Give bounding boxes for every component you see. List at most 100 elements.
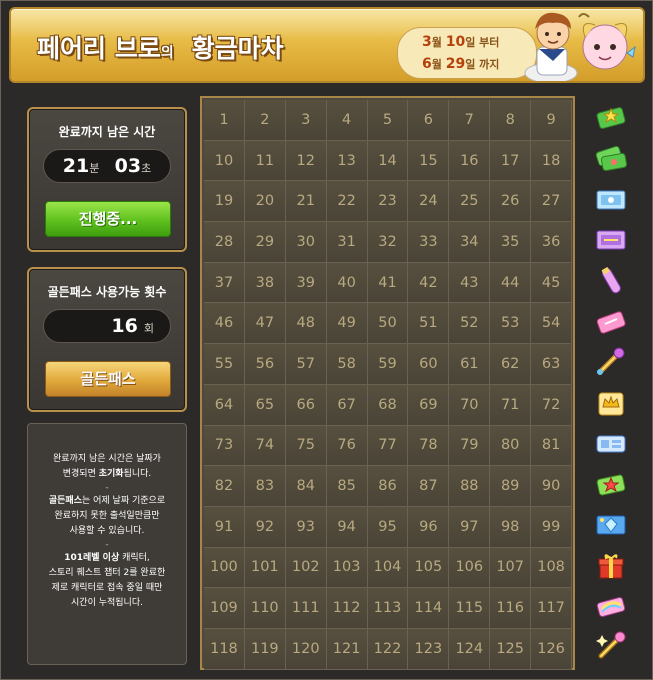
day-cell[interactable]: 29: [244, 222, 286, 263]
day-cell[interactable]: 41: [367, 262, 409, 304]
day-cell[interactable]: 14: [367, 140, 409, 182]
day-cell[interactable]: 70: [449, 384, 491, 426]
day-cell[interactable]: 33: [408, 222, 450, 263]
day-cell[interactable]: 84: [285, 466, 327, 507]
day-cell[interactable]: 118: [204, 628, 245, 670]
day-cell[interactable]: 18: [531, 140, 573, 182]
day-cell[interactable]: 104: [367, 547, 409, 589]
day-cell[interactable]: 62: [490, 344, 532, 385]
day-cell[interactable]: 76: [326, 425, 368, 467]
day-cell[interactable]: 75: [285, 425, 327, 467]
day-cell[interactable]: 114: [408, 588, 450, 629]
day-cell[interactable]: 3: [285, 100, 327, 141]
day-cell[interactable]: 92: [244, 506, 286, 548]
day-cell[interactable]: 113: [367, 588, 409, 629]
day-cell[interactable]: 102: [285, 547, 327, 589]
day-cell[interactable]: 69: [408, 384, 450, 426]
day-cell[interactable]: 56: [244, 344, 286, 385]
day-cell[interactable]: 83: [244, 466, 286, 507]
day-cell[interactable]: 72: [531, 384, 573, 426]
day-cell[interactable]: 124: [449, 628, 491, 670]
day-cell[interactable]: 67: [326, 384, 368, 426]
day-cell[interactable]: 108: [531, 547, 573, 589]
day-cell[interactable]: 115: [449, 588, 491, 629]
day-cell[interactable]: 96: [408, 506, 450, 548]
reward-slot[interactable]: [585, 424, 637, 465]
day-cell[interactable]: 79: [449, 425, 491, 467]
day-cell[interactable]: 1: [204, 100, 245, 141]
day-cell[interactable]: 86: [367, 466, 409, 507]
day-cell[interactable]: 107: [490, 547, 532, 589]
day-cell[interactable]: 27: [531, 181, 573, 223]
day-cell[interactable]: 122: [367, 628, 409, 670]
day-cell[interactable]: 16: [449, 140, 491, 182]
day-cell[interactable]: 5: [367, 100, 409, 141]
reward-slot[interactable]: [585, 179, 637, 220]
day-cell[interactable]: 117: [531, 588, 573, 629]
day-cell[interactable]: 11: [244, 140, 286, 182]
day-cell[interactable]: 63: [531, 344, 573, 385]
day-cell[interactable]: 45: [531, 262, 573, 304]
day-cell[interactable]: 95: [367, 506, 409, 548]
day-cell[interactable]: 4: [326, 100, 368, 141]
day-cell[interactable]: 126: [531, 628, 573, 670]
reward-slot[interactable]: [585, 586, 637, 627]
day-cell[interactable]: 42: [408, 262, 450, 304]
day-cell[interactable]: 32: [367, 222, 409, 263]
day-cell[interactable]: 23: [367, 181, 409, 223]
golden-pass-button[interactable]: 골든패스: [45, 361, 171, 397]
day-cell[interactable]: 98: [490, 506, 532, 548]
day-cell[interactable]: 66: [285, 384, 327, 426]
day-cell[interactable]: 116: [490, 588, 532, 629]
day-cell[interactable]: 53: [490, 303, 532, 345]
day-cell[interactable]: 54: [531, 303, 573, 345]
reward-slot[interactable]: [585, 301, 637, 342]
day-cell[interactable]: 24: [408, 181, 450, 223]
day-cell[interactable]: 97: [449, 506, 491, 548]
day-cell[interactable]: 59: [367, 344, 409, 385]
in-progress-button[interactable]: 진행중...: [45, 201, 171, 237]
day-cell[interactable]: 19: [204, 181, 245, 223]
day-cell[interactable]: 40: [326, 262, 368, 304]
day-cell[interactable]: 105: [408, 547, 450, 589]
day-cell[interactable]: 68: [367, 384, 409, 426]
reward-slot[interactable]: [585, 627, 637, 668]
day-cell[interactable]: 57: [285, 344, 327, 385]
day-cell[interactable]: 31: [326, 222, 368, 263]
day-cell[interactable]: 71: [490, 384, 532, 426]
day-cell[interactable]: 52: [449, 303, 491, 345]
day-cell[interactable]: 55: [204, 344, 245, 385]
day-cell[interactable]: 36: [531, 222, 573, 263]
day-cell[interactable]: 121: [326, 628, 368, 670]
day-cell[interactable]: 80: [490, 425, 532, 467]
day-cell[interactable]: 22: [326, 181, 368, 223]
day-cell[interactable]: 64: [204, 384, 245, 426]
reward-slot[interactable]: [585, 139, 637, 180]
day-cell[interactable]: 25: [449, 181, 491, 223]
day-cell[interactable]: 47: [244, 303, 286, 345]
day-cell[interactable]: 123: [408, 628, 450, 670]
day-cell[interactable]: 90: [531, 466, 573, 507]
day-cell[interactable]: 43: [449, 262, 491, 304]
day-cell[interactable]: 2: [244, 100, 286, 141]
day-cell[interactable]: 78: [408, 425, 450, 467]
day-cell[interactable]: 46: [204, 303, 245, 345]
day-cell[interactable]: 111: [285, 588, 327, 629]
day-cell[interactable]: 101: [244, 547, 286, 589]
reward-slot[interactable]: [585, 98, 637, 139]
day-cell[interactable]: 13: [326, 140, 368, 182]
day-cell[interactable]: 60: [408, 344, 450, 385]
day-cell[interactable]: 37: [204, 262, 245, 304]
day-cell[interactable]: 44: [490, 262, 532, 304]
day-cell[interactable]: 48: [285, 303, 327, 345]
day-cell[interactable]: 21: [285, 181, 327, 223]
day-cell[interactable]: 39: [285, 262, 327, 304]
day-cell[interactable]: 87: [408, 466, 450, 507]
reward-slot[interactable]: [585, 505, 637, 546]
day-cell[interactable]: 82: [204, 466, 245, 507]
reward-slot[interactable]: [585, 464, 637, 505]
day-cell[interactable]: 81: [531, 425, 573, 467]
day-cell[interactable]: 106: [449, 547, 491, 589]
reward-slot[interactable]: [585, 342, 637, 383]
day-cell[interactable]: 88: [449, 466, 491, 507]
